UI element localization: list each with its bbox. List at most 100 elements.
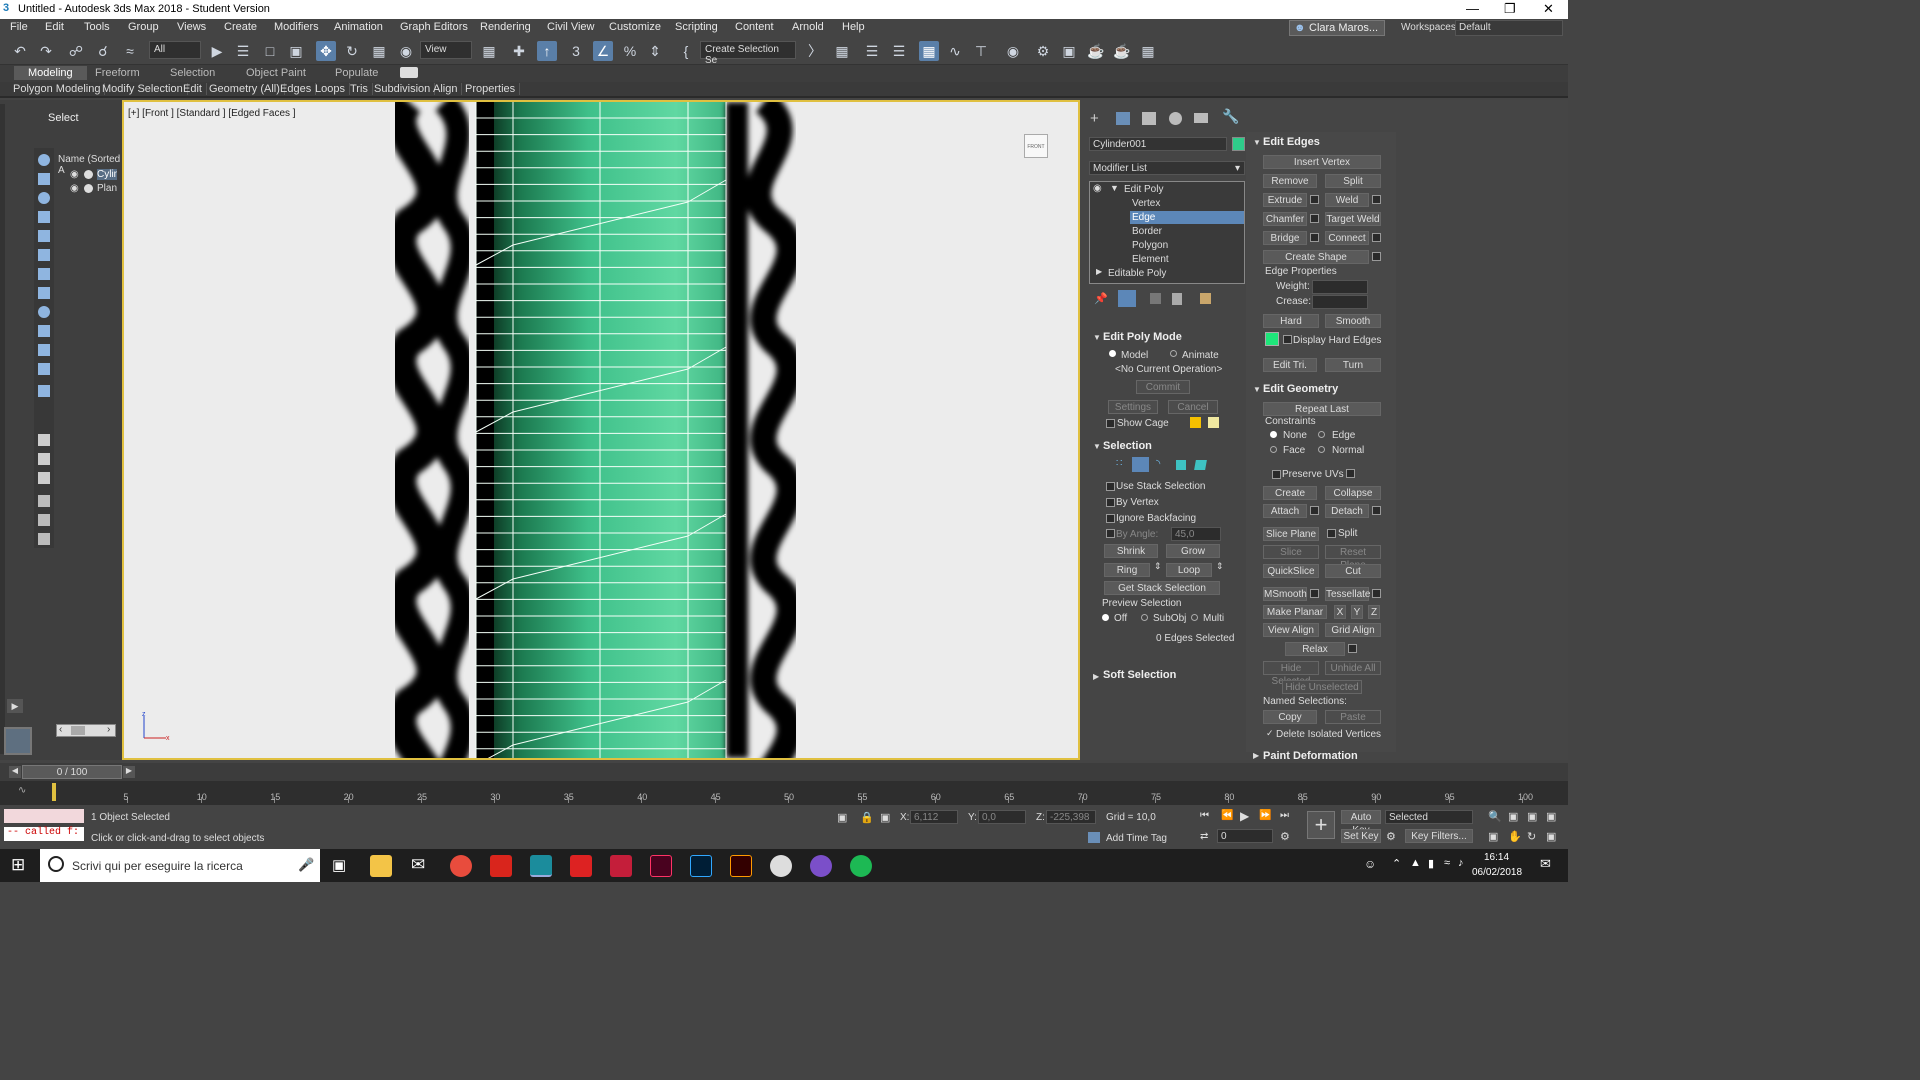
snaps-toggle-icon[interactable]: 3 bbox=[566, 41, 586, 61]
curve-editor-mini-icon[interactable]: ∿ bbox=[18, 785, 26, 796]
move-icon[interactable]: ✥ bbox=[316, 41, 336, 61]
border-mode-icon[interactable]: ◝ bbox=[1156, 457, 1160, 470]
menu-create[interactable]: Create bbox=[224, 21, 257, 33]
detach-settings-icon[interactable] bbox=[1372, 506, 1381, 515]
bridge-button[interactable]: Bridge bbox=[1263, 231, 1307, 245]
freeze-icon[interactable] bbox=[84, 170, 93, 179]
illustrator-icon[interactable] bbox=[730, 855, 752, 877]
paste-button[interactable]: Paste bbox=[1325, 710, 1381, 724]
display-containers-icon[interactable] bbox=[38, 344, 50, 356]
prev-key-icon[interactable]: ⏪ bbox=[1221, 810, 1233, 821]
notifications-icon[interactable]: ✉ bbox=[1540, 856, 1551, 872]
cage-selected-color-swatch[interactable] bbox=[1208, 417, 1219, 428]
select-manipulate-icon[interactable]: ✚ bbox=[509, 41, 529, 61]
visibility-eye-icon[interactable]: ◉ bbox=[70, 169, 79, 180]
angle-spinner[interactable]: 45,0 bbox=[1171, 527, 1221, 541]
detach-button[interactable]: Detach bbox=[1325, 504, 1369, 518]
set-key-plus-icon[interactable]: + bbox=[1307, 811, 1335, 839]
render-iterative-icon[interactable]: ☕ bbox=[1112, 41, 1132, 61]
app-red-icon[interactable] bbox=[570, 855, 592, 877]
create-shape-button[interactable]: Create Shape bbox=[1263, 250, 1369, 264]
stack-item-border[interactable]: Border bbox=[1132, 226, 1162, 237]
menu-help[interactable]: Help bbox=[842, 21, 865, 33]
target-weld-button[interactable]: Target Weld bbox=[1325, 212, 1381, 226]
extrude-settings-icon[interactable] bbox=[1310, 195, 1319, 204]
edit-geometry-title[interactable]: Edit Geometry bbox=[1263, 383, 1338, 395]
collapse-icon[interactable]: ▼ bbox=[1253, 138, 1261, 147]
grid-align-button[interactable]: Grid Align bbox=[1325, 623, 1381, 637]
display-groups-icon[interactable] bbox=[38, 287, 50, 299]
make-planar-button[interactable]: Make Planar bbox=[1263, 605, 1327, 619]
selection-filter-dropdown[interactable]: All bbox=[149, 41, 201, 59]
align-icon[interactable]: ▦ bbox=[832, 41, 852, 61]
pivot-center-icon[interactable]: ▦ bbox=[479, 41, 499, 61]
time-config-icon[interactable]: ⚙ bbox=[1280, 830, 1290, 843]
menu-scripting[interactable]: Scripting bbox=[675, 21, 718, 33]
layer-explorer-icon[interactable]: ☰ bbox=[889, 41, 909, 61]
pan-icon[interactable]: ✋ bbox=[1508, 830, 1522, 843]
stack-item-element[interactable]: Element bbox=[1132, 254, 1169, 265]
model-radio[interactable] bbox=[1109, 350, 1116, 357]
taskbar-search[interactable]: Scrivi qui per eseguire la ricerca 🎤 bbox=[40, 849, 320, 882]
select-object-icon[interactable]: ▶ bbox=[207, 41, 227, 61]
remove-button[interactable]: Remove bbox=[1263, 174, 1317, 188]
ignore-backfacing-checkbox[interactable] bbox=[1106, 514, 1115, 523]
time-slider[interactable]: 0 / 100 bbox=[22, 765, 122, 779]
3dsmax-icon[interactable] bbox=[530, 855, 552, 877]
goto-start-icon[interactable]: ⏮ bbox=[1200, 810, 1209, 821]
relax-settings-icon[interactable] bbox=[1348, 644, 1357, 653]
scene-explorer-icon[interactable]: ☰ bbox=[862, 41, 882, 61]
slice-button[interactable]: Slice bbox=[1263, 545, 1319, 559]
mail-icon[interactable]: ✉ bbox=[411, 855, 425, 875]
ring-button[interactable]: Ring bbox=[1104, 563, 1150, 577]
freeze-icon[interactable] bbox=[84, 184, 93, 193]
copy-button[interactable]: Copy bbox=[1263, 710, 1317, 724]
cut-button[interactable]: Cut bbox=[1325, 564, 1381, 578]
list-item[interactable]: ◉ Cylin bbox=[70, 169, 118, 182]
display-lights-icon[interactable] bbox=[38, 211, 50, 223]
panel-align[interactable]: Align bbox=[429, 83, 463, 95]
expand-icon[interactable]: ▶ bbox=[1253, 751, 1259, 760]
chamfer-button[interactable]: Chamfer bbox=[1263, 212, 1307, 226]
quickslice-button[interactable]: QuickSlice bbox=[1263, 564, 1319, 578]
visibility-eye-icon[interactable]: ◉ bbox=[70, 183, 79, 194]
panel-modify-selection[interactable]: Modify Selection bbox=[98, 83, 188, 95]
preview-off-radio[interactable] bbox=[1102, 614, 1109, 621]
constraint-edge-radio[interactable] bbox=[1318, 431, 1325, 438]
z-coordinate-field[interactable]: -225,398 bbox=[1046, 810, 1096, 824]
grow-button[interactable]: Grow bbox=[1166, 544, 1220, 558]
maxscript-output[interactable]: -- called f: bbox=[4, 827, 84, 841]
collapse-icon[interactable]: ▼ bbox=[1093, 333, 1101, 342]
task-view-icon[interactable]: ▣ bbox=[332, 856, 346, 874]
menu-rendering[interactable]: Rendering bbox=[480, 21, 531, 33]
window-crossing-icon[interactable]: ▣ bbox=[286, 41, 306, 61]
angle-snap-icon[interactable]: ∠ bbox=[593, 41, 613, 61]
hierarchy-tab-icon[interactable] bbox=[1142, 112, 1156, 125]
use-stack-checkbox[interactable] bbox=[1106, 482, 1115, 491]
planar-y-button[interactable]: Y bbox=[1351, 605, 1363, 619]
zoom-icon[interactable]: 🔍 bbox=[1488, 810, 1502, 823]
rect-selection-icon[interactable]: □ bbox=[260, 41, 280, 61]
ribbon-options-icon[interactable] bbox=[400, 67, 418, 78]
weld-button[interactable]: Weld bbox=[1325, 193, 1369, 207]
collapse-button[interactable]: Collapse bbox=[1325, 486, 1381, 500]
slice-plane-button[interactable]: Slice Plane bbox=[1263, 527, 1319, 541]
wifi-icon[interactable]: ≈ bbox=[1444, 857, 1450, 869]
viewcube[interactable]: FRONT bbox=[1024, 134, 1048, 158]
loop-button[interactable]: Loop bbox=[1166, 563, 1212, 577]
curve-editor-icon[interactable]: ∿ bbox=[945, 41, 965, 61]
repeat-last-button[interactable]: Repeat Last bbox=[1263, 402, 1381, 416]
link-icon[interactable]: ☍ bbox=[66, 41, 86, 61]
insert-vertex-button[interactable]: Insert Vertex bbox=[1263, 155, 1381, 169]
display-bones-icon[interactable] bbox=[38, 325, 50, 337]
keyboard-shortcut-icon[interactable]: ↑ bbox=[537, 41, 557, 61]
loop-spinner-icon[interactable]: ⇕ bbox=[1216, 561, 1224, 572]
time-slider-marker[interactable] bbox=[52, 783, 56, 801]
menu-group[interactable]: Group bbox=[128, 21, 159, 33]
auto-key-button[interactable]: Auto Key bbox=[1341, 810, 1381, 836]
planar-z-button[interactable]: Z bbox=[1368, 605, 1380, 619]
menu-arnold[interactable]: Arnold bbox=[792, 21, 824, 33]
spotify-icon[interactable] bbox=[850, 855, 872, 877]
connect-button[interactable]: Connect bbox=[1325, 231, 1369, 245]
scale-icon[interactable]: ▦ bbox=[369, 41, 389, 61]
